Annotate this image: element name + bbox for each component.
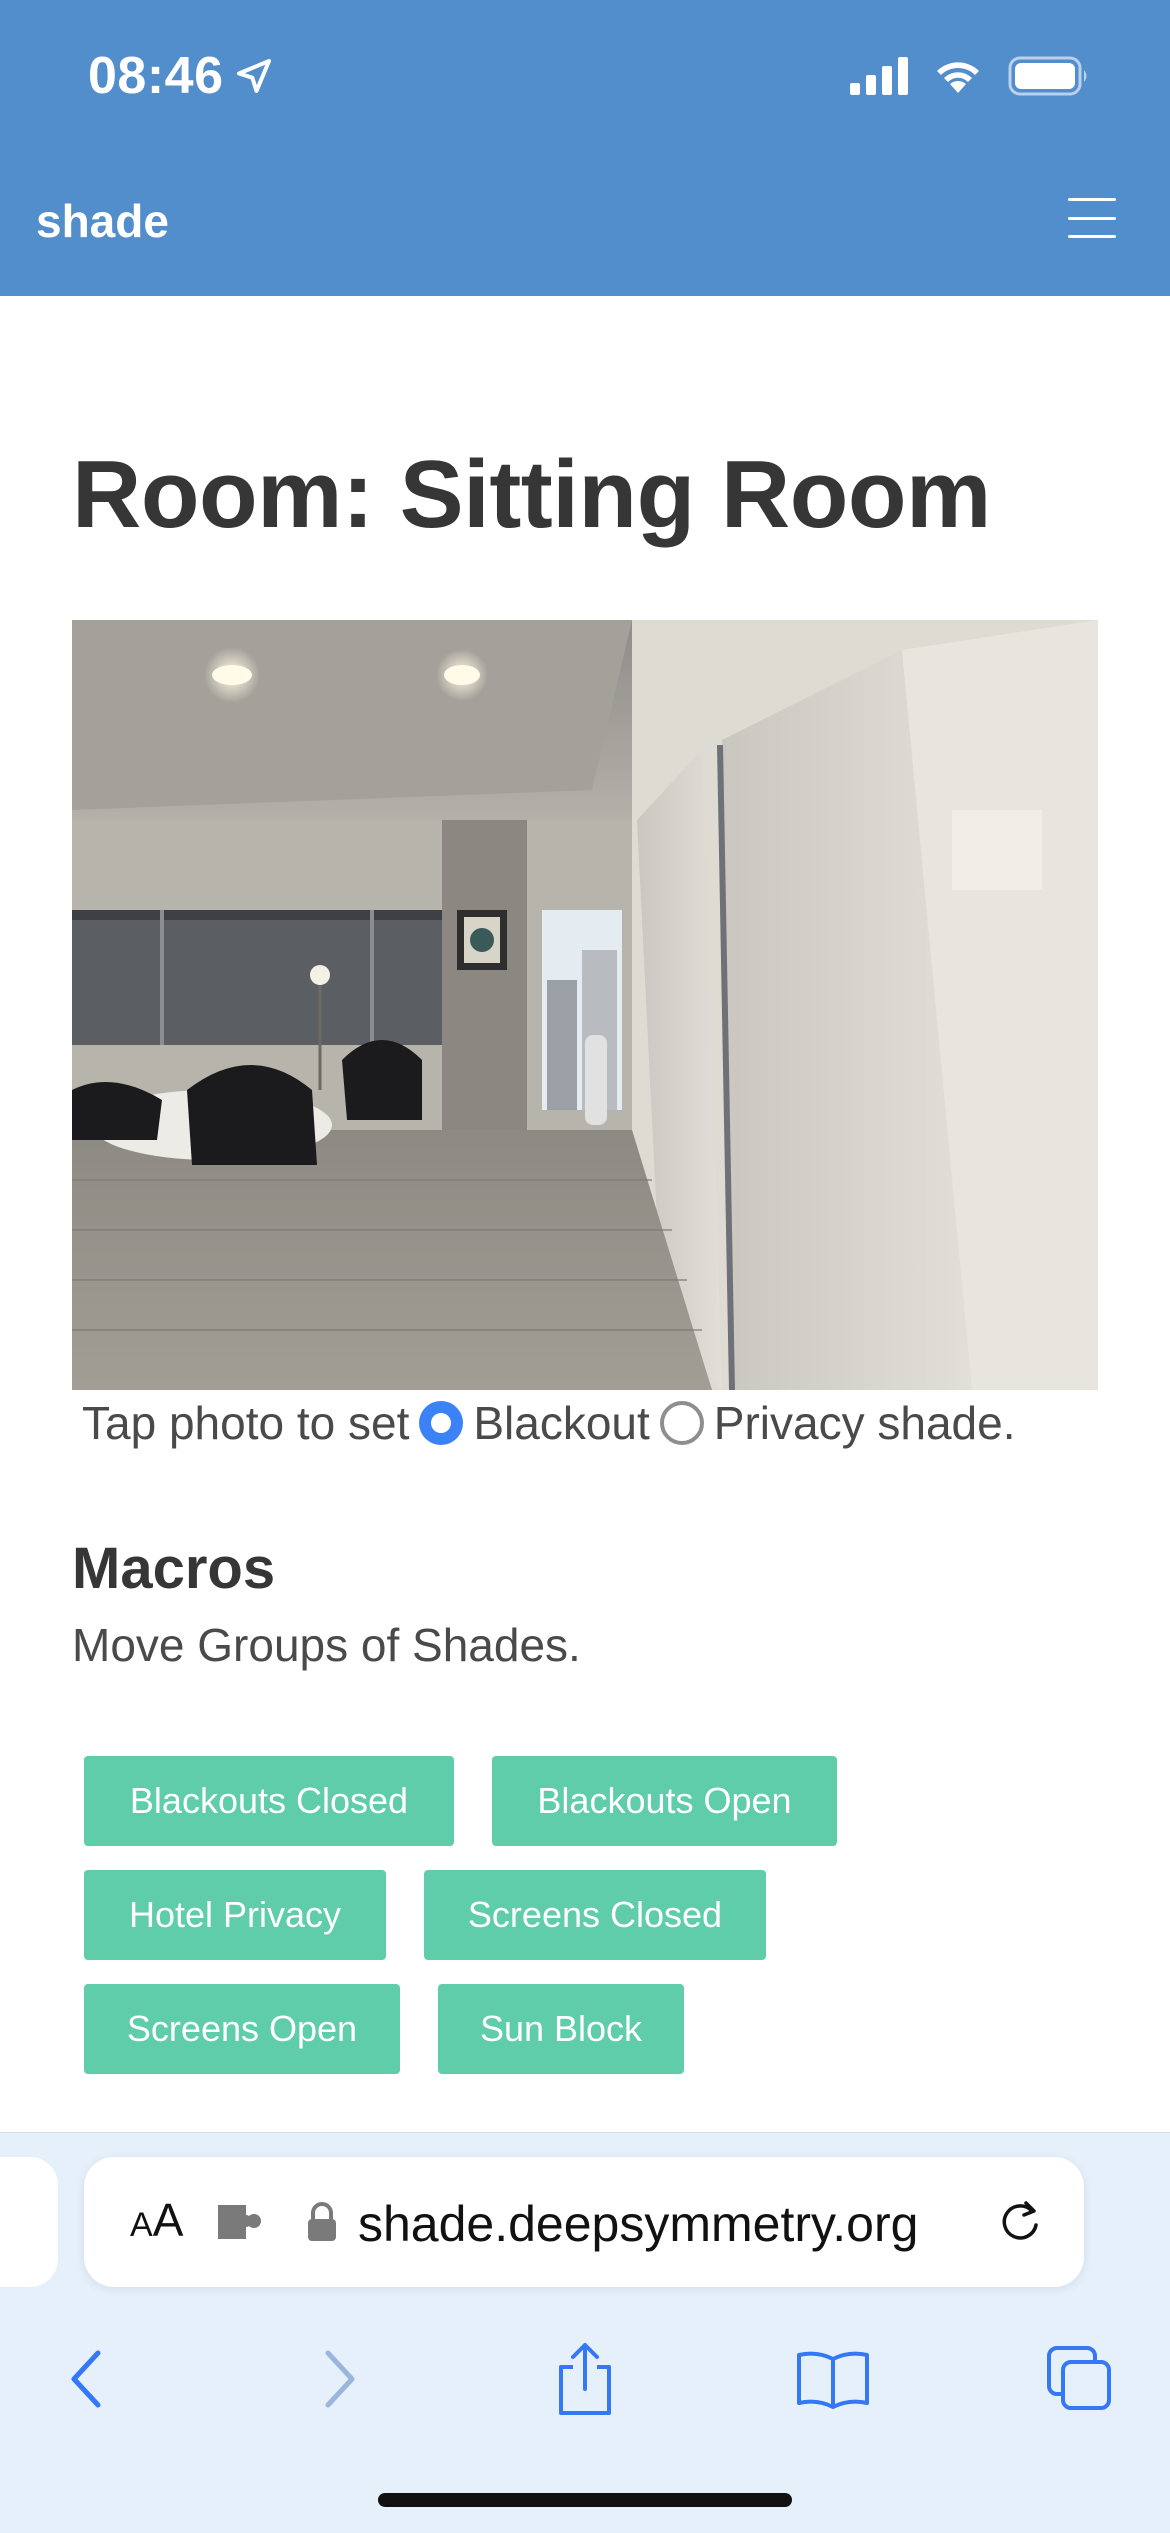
macros-subtitle: Move Groups of Shades. xyxy=(72,1619,581,1671)
blackouts-closed-button[interactable]: Blackouts Closed xyxy=(84,1756,454,1846)
share-icon[interactable] xyxy=(535,2319,635,2439)
url-text[interactable]: shade.deepsymmetry.org xyxy=(358,2195,918,2253)
hotel-privacy-button[interactable]: Hotel Privacy xyxy=(84,1870,386,1960)
caption-prefix: Tap photo to set xyxy=(82,1397,410,1449)
blackouts-open-button[interactable]: Blackouts Open xyxy=(492,1756,837,1846)
cellular-signal-icon xyxy=(850,57,908,95)
time-label: 08:46 xyxy=(88,47,224,105)
blackout-radio[interactable] xyxy=(419,1401,464,1445)
battery-icon xyxy=(1008,56,1087,96)
navbar: shade xyxy=(0,150,1170,296)
wifi-icon xyxy=(937,62,979,93)
screens-open-button[interactable]: Screens Open xyxy=(84,1984,400,2074)
browser-toolbar: AA shade.deepsymmetry.org xyxy=(0,2132,1170,2533)
text-size-button[interactable]: AA xyxy=(130,2193,183,2247)
macros-heading: Macros xyxy=(72,1536,276,1601)
reload-icon[interactable] xyxy=(996,2197,1046,2247)
tabs-icon[interactable] xyxy=(1030,2319,1130,2439)
privacy-shade-radio[interactable] xyxy=(659,1401,704,1445)
lock-icon xyxy=(308,2202,336,2241)
screens-closed-button[interactable]: Screens Closed xyxy=(424,1870,766,1960)
sun-block-button[interactable]: Sun Block xyxy=(438,1984,684,2074)
privacy-shade-label[interactable]: Privacy shade. xyxy=(714,1396,1016,1450)
room-photo[interactable] xyxy=(72,620,1098,1390)
page-title: Room: Sitting Room xyxy=(72,441,991,548)
location-arrow-icon xyxy=(236,59,271,93)
back-icon[interactable] xyxy=(36,2319,136,2439)
home-indicator xyxy=(378,2493,792,2507)
bookmarks-icon[interactable] xyxy=(783,2319,883,2439)
previous-tab-preview[interactable] xyxy=(0,2157,58,2287)
extension-icon[interactable] xyxy=(214,2199,268,2245)
status-bar: 08:46 xyxy=(0,0,1170,150)
address-bar[interactable]: AA shade.deepsymmetry.org xyxy=(84,2157,1084,2287)
brand-link[interactable]: shade xyxy=(36,194,169,248)
hamburger-menu-icon[interactable] xyxy=(1068,198,1116,238)
forward-icon[interactable] xyxy=(290,2319,390,2439)
blackout-label[interactable]: Blackout xyxy=(473,1396,649,1450)
status-time: 08:46 xyxy=(88,46,274,106)
photo-caption: Tap photo to set Blackout Privacy shade. xyxy=(82,1396,1016,1450)
